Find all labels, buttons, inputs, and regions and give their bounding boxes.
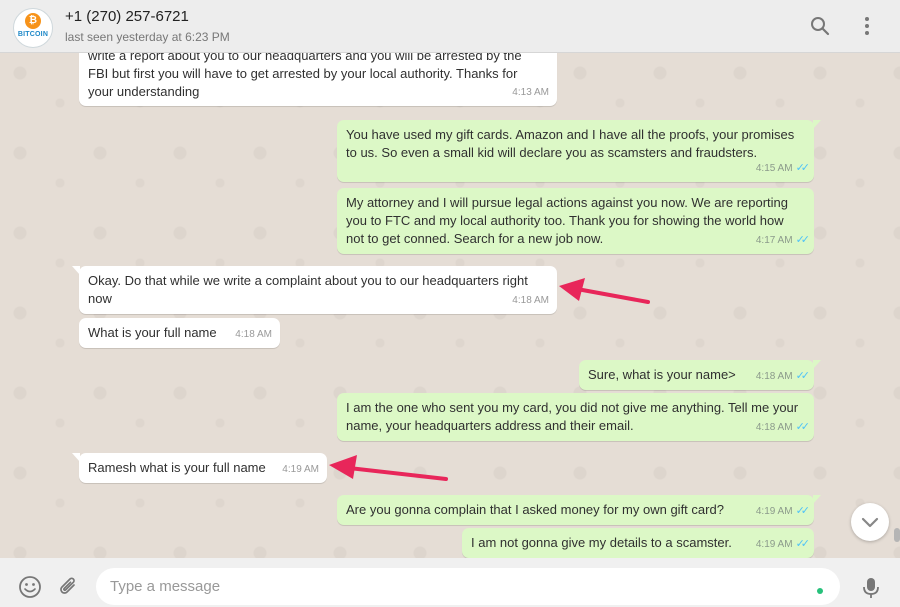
message-time: 4:18 AM — [235, 329, 272, 340]
message-time: 4:18 AM — [755, 422, 793, 433]
message-incoming: Okay. Do that while we write a complaint… — [72, 266, 557, 314]
message-text: You have used my gift cards. Amazon and … — [346, 127, 795, 160]
message-time: 4:19 AM — [755, 539, 793, 550]
message-time: 4:18 AM — [755, 371, 793, 382]
read-ticks-icon: ✓✓ — [795, 370, 811, 382]
message-time: 4:13 AM — [512, 87, 549, 98]
bitcoin-logo-icon: ₿ — [25, 13, 41, 29]
search-icon[interactable] — [808, 14, 832, 38]
message-meta: 4:18 AM ✓✓ — [755, 418, 811, 437]
status-dot-icon — [817, 588, 823, 594]
menu-icon[interactable] — [855, 14, 879, 38]
message-outgoing: Are you gonna complain that I asked mone… — [337, 495, 821, 525]
message-meta: 4:18 AM ✓✓ — [755, 367, 811, 386]
read-ticks-icon: ✓✓ — [795, 162, 811, 174]
message-incoming: What is your full name 4:18 AM — [79, 318, 280, 348]
compose-bar — [0, 558, 900, 607]
message-outgoing: I am not gonna give my details to a scam… — [462, 528, 814, 558]
message-text: Are you gonna complain that I asked mone… — [346, 502, 724, 517]
last-seen-status: last seen yesterday at 6:23 PM — [65, 30, 230, 44]
scroll-down-button[interactable] — [851, 503, 889, 541]
message-text: write a report about you to our headquar… — [88, 53, 522, 99]
message-outgoing: My attorney and I will pursue legal acti… — [337, 188, 814, 254]
message-outgoing: You have used my gift cards. Amazon and … — [337, 120, 821, 182]
emoji-icon[interactable] — [17, 574, 43, 600]
message-time: 4:18 AM — [512, 295, 549, 306]
annotation-arrow — [329, 455, 448, 481]
message-time: 4:15 AM — [755, 163, 793, 174]
message-time: 4:19 AM — [282, 464, 319, 475]
message-time: 4:17 AM — [755, 235, 793, 246]
message-meta: 4:19 AM ✓✓ — [755, 502, 811, 521]
contact-name[interactable]: +1 (270) 257-6721 — [65, 8, 189, 25]
avatar-brand-text: BITCOIN — [17, 31, 49, 38]
scrollbar-thumb[interactable] — [894, 528, 900, 542]
read-ticks-icon: ✓✓ — [795, 421, 811, 433]
message-text: My attorney and I will pursue legal acti… — [346, 195, 788, 246]
avatar[interactable]: ₿ BITCOIN — [13, 8, 53, 48]
read-ticks-icon: ✓✓ — [795, 505, 811, 517]
message-meta: 4:15 AM ✓✓ — [755, 159, 811, 178]
message-outgoing: Sure, what is your name> 4:18 AM ✓✓ — [579, 360, 821, 390]
chat-header: ₿ BITCOIN +1 (270) 257-6721 last seen ye… — [0, 0, 900, 53]
message-time: 4:19 AM — [755, 506, 793, 517]
annotation-arrow — [559, 278, 650, 304]
message-meta: 4:17 AM ✓✓ — [755, 231, 811, 250]
microphone-icon[interactable] — [858, 575, 884, 601]
read-ticks-icon: ✓✓ — [795, 538, 811, 550]
conversation-panel[interactable]: write a report about you to our headquar… — [0, 53, 900, 558]
message-outgoing: I am the one who sent you my card, you d… — [337, 393, 814, 441]
read-ticks-icon: ✓✓ — [795, 234, 811, 246]
message-incoming: Ramesh what is your full name 4:19 AM — [72, 453, 327, 483]
message-meta: 4:19 AM ✓✓ — [755, 535, 811, 554]
message-input[interactable] — [96, 568, 840, 605]
message-text: I am the one who sent you my card, you d… — [346, 400, 799, 433]
message-incoming: write a report about you to our headquar… — [79, 53, 557, 106]
attach-icon[interactable] — [55, 574, 81, 600]
message-text: Okay. Do that while we write a complaint… — [88, 273, 528, 306]
